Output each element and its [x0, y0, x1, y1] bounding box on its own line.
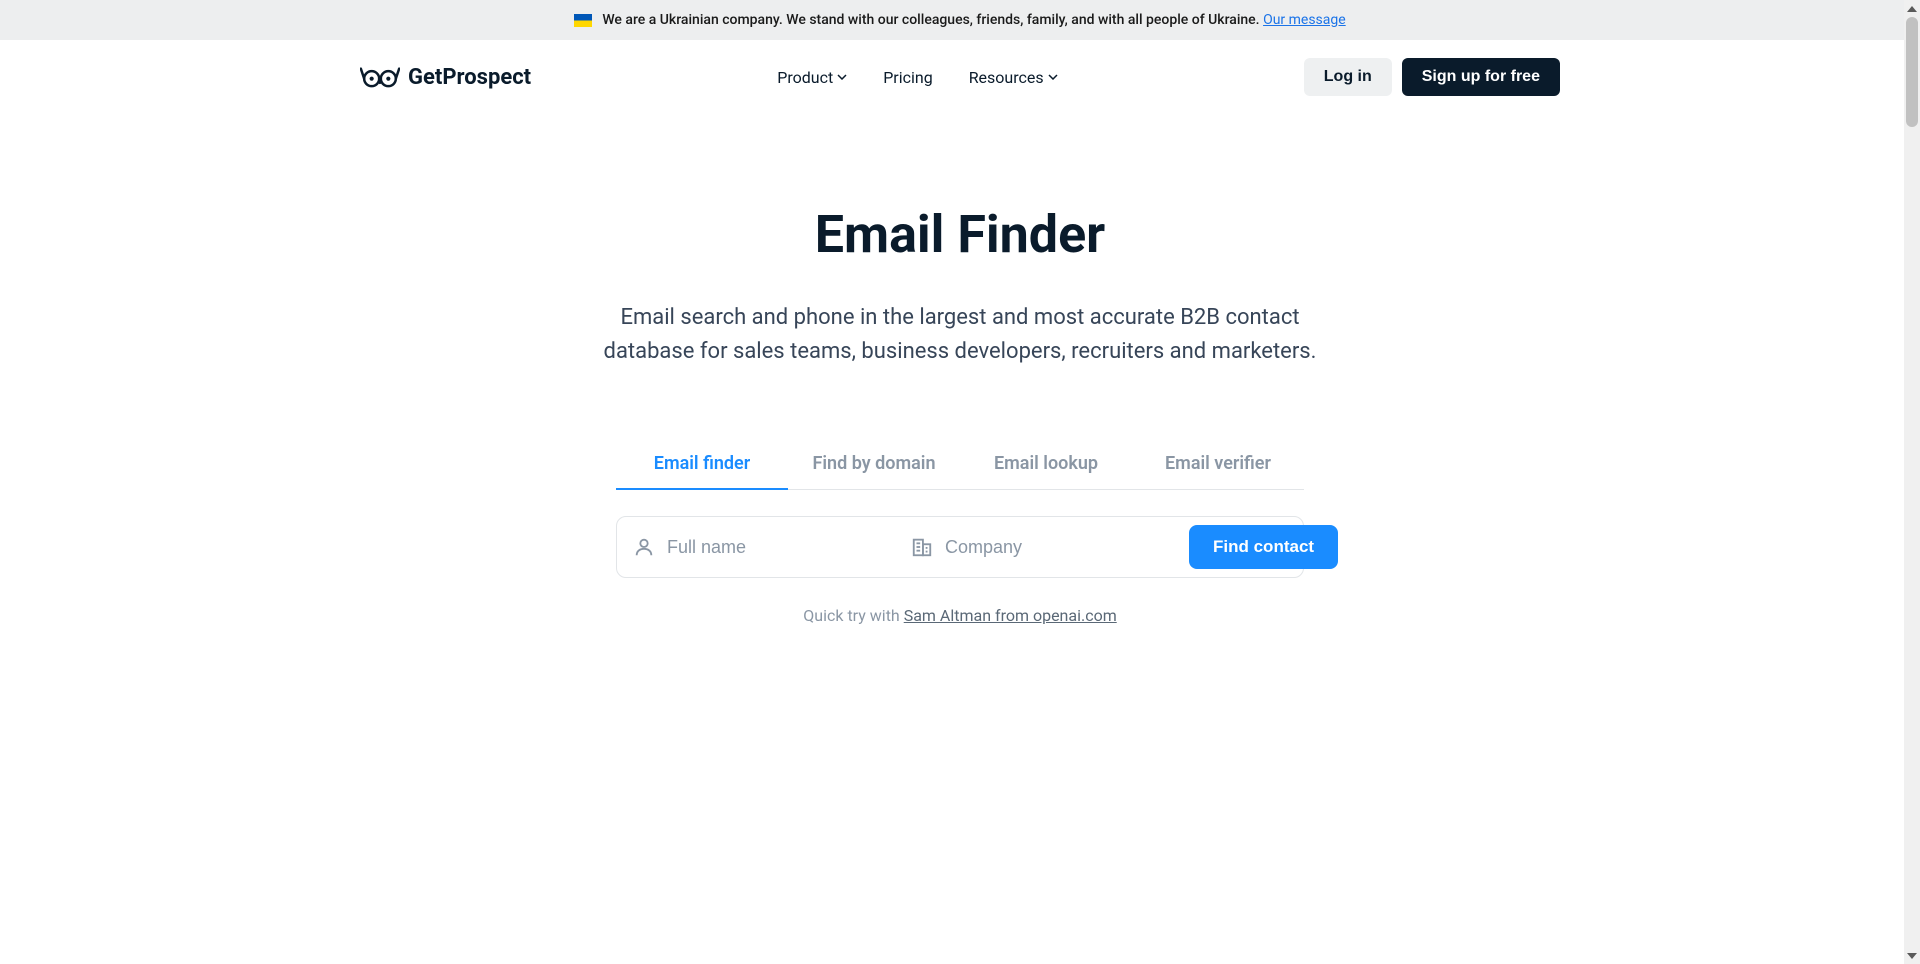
brand-name: GetProspect [408, 65, 531, 90]
signup-button[interactable]: Sign up for free [1402, 58, 1560, 96]
nav-resources[interactable]: Resources [969, 68, 1058, 87]
tab-find-by-domain[interactable]: Find by domain [788, 439, 960, 490]
nav-resources-label: Resources [969, 68, 1044, 87]
announcement-bar: We are a Ukrainian company. We stand wit… [0, 0, 1920, 40]
announcement-link[interactable]: Our message [1263, 12, 1346, 28]
tab-email-verifier[interactable]: Email verifier [1132, 439, 1304, 490]
nav-pricing[interactable]: Pricing [883, 68, 933, 87]
search-box: Find contact [616, 516, 1304, 578]
owl-logo-icon [360, 64, 400, 90]
announcement-text-wrap: We are a Ukrainian company. We stand wit… [602, 12, 1345, 28]
building-icon [911, 536, 933, 558]
quick-try: Quick try with Sam Altman from openai.co… [616, 606, 1304, 625]
person-icon [633, 536, 655, 558]
company-input[interactable] [945, 537, 1177, 558]
fullname-group [633, 536, 899, 558]
hero-section: Email Finder Email search and phone in t… [570, 204, 1350, 369]
header-actions: Log in Sign up for free [1304, 58, 1560, 96]
fullname-input[interactable] [667, 537, 899, 558]
nav-pricing-label: Pricing [883, 68, 933, 87]
quick-try-prefix: Quick try with [803, 606, 903, 625]
nav-product[interactable]: Product [777, 68, 847, 87]
nav-product-label: Product [777, 68, 833, 87]
chevron-down-icon [1048, 74, 1058, 80]
site-header: GetProspect Product Pricing Resources Lo… [320, 40, 1600, 114]
chevron-down-icon [837, 74, 847, 80]
brand-logo[interactable]: GetProspect [360, 64, 531, 90]
scrollbar-track[interactable] [1904, 17, 1920, 947]
announcement-text: We are a Ukrainian company. We stand wit… [602, 12, 1263, 28]
scrollbar-thumb[interactable] [1906, 17, 1918, 127]
find-contact-button[interactable]: Find contact [1189, 525, 1338, 569]
main-nav: Product Pricing Resources [777, 68, 1057, 87]
tab-email-lookup[interactable]: Email lookup [960, 439, 1132, 490]
page-subtitle: Email search and phone in the largest an… [590, 301, 1330, 369]
tab-email-finder[interactable]: Email finder [616, 439, 788, 490]
company-group [911, 536, 1177, 558]
vertical-scrollbar[interactable] [1904, 0, 1920, 964]
login-button[interactable]: Log in [1304, 58, 1392, 96]
quick-try-link[interactable]: Sam Altman from openai.com [904, 606, 1117, 625]
search-tabs: Email finder Find by domain Email lookup… [616, 439, 1304, 490]
scroll-up-arrow-icon[interactable] [1904, 0, 1920, 17]
page-title: Email Finder [590, 204, 1330, 265]
scroll-down-arrow-icon[interactable] [1904, 947, 1920, 964]
ukraine-flag-icon [574, 14, 592, 27]
